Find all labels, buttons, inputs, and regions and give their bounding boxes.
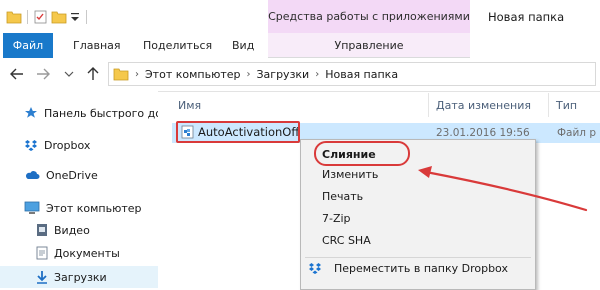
column-header-type[interactable]: Тип: [556, 99, 577, 115]
dropbox-icon: [24, 138, 38, 152]
quick-access-toolbar: [6, 8, 90, 26]
breadcrumb-separator[interactable]: ›: [135, 69, 139, 80]
menu-item-move-to-dropbox[interactable]: Переместить в папку Dropbox: [334, 259, 508, 277]
breadcrumb-this-pc[interactable]: Этот компьютер: [145, 68, 241, 81]
download-icon: [36, 270, 48, 284]
nav-item-label: Этот компьютер: [46, 201, 142, 215]
nav-item-label: Панель быстрого до: [44, 106, 158, 120]
column-header-name[interactable]: Имя: [178, 99, 201, 115]
annotation-arrow-icon: [410, 160, 600, 220]
menu-item-edit[interactable]: Изменить: [322, 165, 378, 183]
nav-item-label: Dropbox: [44, 138, 91, 152]
nav-item-label: Документы: [54, 246, 120, 260]
tab-share[interactable]: Поделиться: [143, 33, 212, 58]
back-arrow-icon[interactable]: [8, 65, 26, 83]
menu-item-print[interactable]: Печать: [322, 187, 363, 205]
cloud-icon: [24, 169, 40, 181]
address-bar[interactable]: › Этот компьютер › Загрузки › Новая папк…: [108, 62, 596, 86]
menu-item-crc-sha[interactable]: CRC SHA: [322, 231, 371, 249]
tab-manage[interactable]: Управление: [268, 33, 470, 58]
merge-highlight-oval: [314, 141, 410, 166]
dropbox-icon: [308, 261, 322, 275]
column-header-date[interactable]: Дата изменения: [436, 99, 531, 115]
window-title: Новая папка: [488, 10, 565, 24]
nav-item-onedrive[interactable]: OneDrive: [24, 164, 98, 186]
tab-view[interactable]: Вид: [232, 33, 254, 58]
customize-qat-icon[interactable]: [69, 10, 81, 24]
up-arrow-icon[interactable]: [84, 65, 102, 83]
documents-icon: [36, 246, 48, 260]
forward-arrow-icon[interactable]: [34, 65, 52, 83]
file-type: Файл р: [557, 127, 597, 139]
file-date: 23.01.2016 19:56: [436, 127, 530, 139]
column-divider[interactable]: [428, 93, 429, 117]
nav-item-dropbox[interactable]: Dropbox: [24, 134, 90, 156]
column-divider[interactable]: [548, 93, 549, 117]
nav-item-documents[interactable]: Документы: [36, 242, 120, 264]
breadcrumb-downloads[interactable]: Загрузки: [257, 68, 310, 81]
tab-file[interactable]: Файл: [3, 33, 53, 58]
nav-item-label: Загрузки: [54, 270, 107, 284]
nav-item-video[interactable]: Видео: [36, 219, 90, 241]
context-tab-group-title: Средства работы с приложениями: [268, 10, 470, 23]
nav-item-label: OneDrive: [46, 168, 98, 182]
computer-icon: [24, 201, 40, 215]
breadcrumb-new-folder[interactable]: Новая папка: [325, 68, 398, 81]
file-highlight-frame: [176, 121, 300, 143]
nav-item-label: Видео: [54, 223, 90, 237]
nav-item-downloads[interactable]: Загрузки: [36, 266, 107, 288]
folder-icon[interactable]: [6, 10, 22, 24]
nav-item-this-pc[interactable]: Этот компьютер: [24, 197, 142, 219]
recent-locations-icon[interactable]: [60, 65, 78, 83]
properties-icon[interactable]: [33, 10, 49, 24]
video-icon: [36, 223, 48, 237]
new-folder-icon[interactable]: [51, 10, 67, 24]
menu-item-7zip[interactable]: 7-Zip: [322, 209, 351, 227]
menu-separator: [305, 257, 531, 258]
folder-icon: [113, 67, 129, 81]
breadcrumb-separator[interactable]: ›: [315, 69, 319, 80]
nav-item-quick-access[interactable]: Панель быстрого до: [24, 102, 158, 124]
star-icon: [24, 106, 38, 120]
breadcrumb-separator[interactable]: ›: [247, 69, 251, 80]
tab-home[interactable]: Главная: [73, 33, 121, 58]
